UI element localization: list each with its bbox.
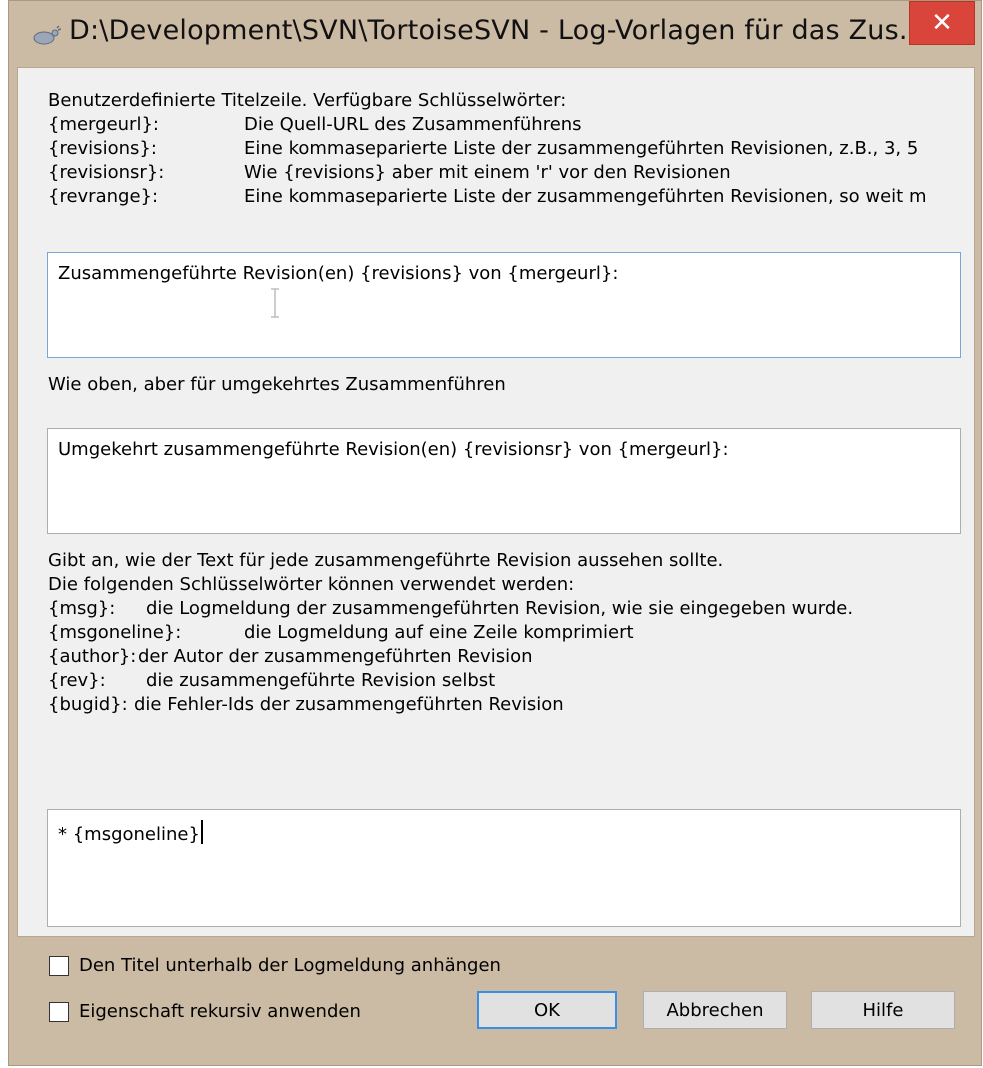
text-caret xyxy=(200,820,203,844)
keyword-revisions: {revisions}: xyxy=(48,138,157,159)
keyword-msg: {msg}: xyxy=(48,598,116,619)
keyword-revisionsr-desc: Wie {revisions} aber mit einem 'r' vor d… xyxy=(244,162,731,183)
title-template-intro: Benutzerdefinierte Titelzeile. Verfügbar… xyxy=(48,90,567,111)
revision-text-intro: Gibt an, wie der Text für jede zusammeng… xyxy=(48,550,724,571)
keyword-revisionsr: {revisionsr}: xyxy=(48,162,165,183)
dialog-content: Benutzerdefinierte Titelzeile. Verfügbar… xyxy=(17,67,975,937)
merge-title-input[interactable]: Zusammengeführte Revision(en) {revisions… xyxy=(47,252,961,358)
keyword-msg-desc: die Logmeldung der zusammengeführten Rev… xyxy=(146,598,854,619)
keyword-msgoneline-desc: die Logmeldung auf eine Zeile komprimier… xyxy=(244,622,634,643)
append-title-checkbox[interactable] xyxy=(49,955,69,976)
help-button[interactable]: Hilfe xyxy=(811,991,955,1029)
keyword-msgoneline: {msgoneline}: xyxy=(48,622,182,643)
reverse-merge-title-input[interactable]: Umgekehrt zusammengeführte Revision(en) … xyxy=(47,428,961,534)
title-bar[interactable]: D:\Development\SVN\TortoiseSVN - Log-Vor… xyxy=(9,1,981,67)
keyword-revisions-desc: Eine kommaseparierte Liste der zusammeng… xyxy=(244,138,919,159)
dialog-window: D:\Development\SVN\TortoiseSVN - Log-Vor… xyxy=(8,0,982,1066)
close-button[interactable]: ✕ xyxy=(909,1,975,45)
keyword-bugid: {bugid}: xyxy=(48,694,128,715)
keyword-rev-desc: die zusammengeführte Revision selbst xyxy=(146,670,496,691)
revision-keywords-intro: Die folgenden Schlüsselwörter können ver… xyxy=(48,574,575,595)
revision-text-input-value: * {msgoneline} xyxy=(58,824,200,845)
merge-title-input-value: Zusammengeführte Revision(en) {revisions… xyxy=(58,263,619,284)
recursive-option[interactable]: Eigenschaft rekursiv anwenden xyxy=(49,1001,361,1022)
keyword-bugid-desc: die Fehler-Ids der zusammengeführten Rev… xyxy=(134,694,564,715)
recursive-checkbox[interactable] xyxy=(49,1001,69,1022)
keyword-mergeurl: {mergeurl}: xyxy=(48,114,159,135)
keyword-author: {author}: xyxy=(48,646,137,667)
append-title-label: Den Titel unterhalb der Logmeldung anhän… xyxy=(79,955,501,976)
keyword-mergeurl-desc: Die Quell-URL des Zusammenführens xyxy=(244,114,582,135)
window-title: D:\Development\SVN\TortoiseSVN - Log-Vor… xyxy=(69,15,926,46)
cancel-button[interactable]: Abbrechen xyxy=(643,991,787,1029)
reverse-merge-title-input-value: Umgekehrt zusammengeführte Revision(en) … xyxy=(58,439,729,460)
keyword-author-desc: der Autor der zusammengeführten Revision xyxy=(138,646,533,667)
keyword-revrange-desc: Eine kommaseparierte Liste der zusammeng… xyxy=(244,186,927,207)
keyword-rev: {rev}: xyxy=(48,670,106,691)
close-icon: ✕ xyxy=(931,8,953,38)
tortoisesvn-app-icon xyxy=(33,25,61,45)
reverse-merge-label: Wie oben, aber für umgekehrtes Zusammenf… xyxy=(48,374,506,395)
recursive-label: Eigenschaft rekursiv anwenden xyxy=(79,1001,361,1022)
append-title-option[interactable]: Den Titel unterhalb der Logmeldung anhän… xyxy=(49,955,501,976)
revision-text-input[interactable]: * {msgoneline} xyxy=(47,809,961,927)
ibeam-cursor-icon xyxy=(270,288,280,318)
ok-button[interactable]: OK xyxy=(477,991,617,1029)
keyword-revrange: {revrange}: xyxy=(48,186,159,207)
